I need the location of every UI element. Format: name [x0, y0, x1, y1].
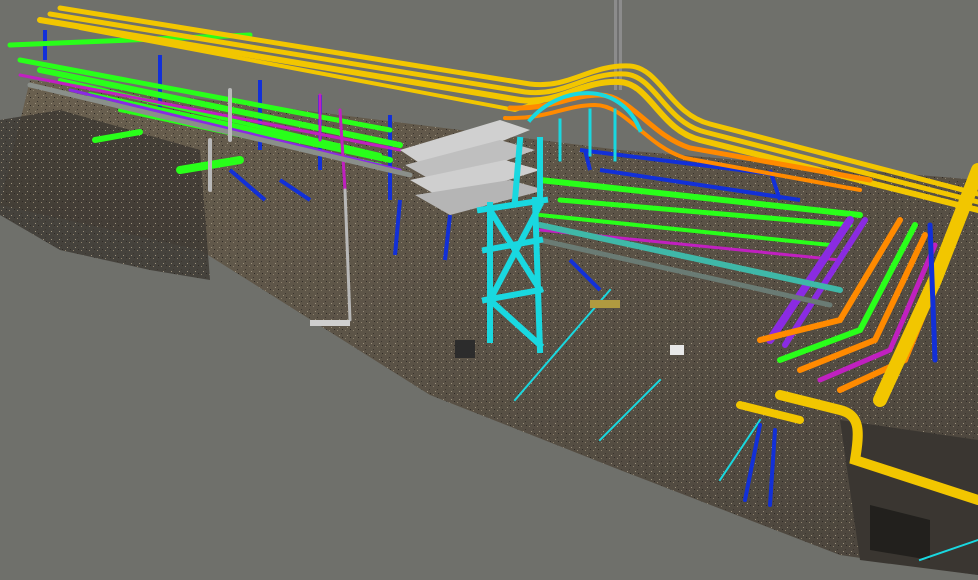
pipe-rack-3d-scene [0, 0, 978, 575]
point-cloud-viewport[interactable] [0, 0, 978, 580]
